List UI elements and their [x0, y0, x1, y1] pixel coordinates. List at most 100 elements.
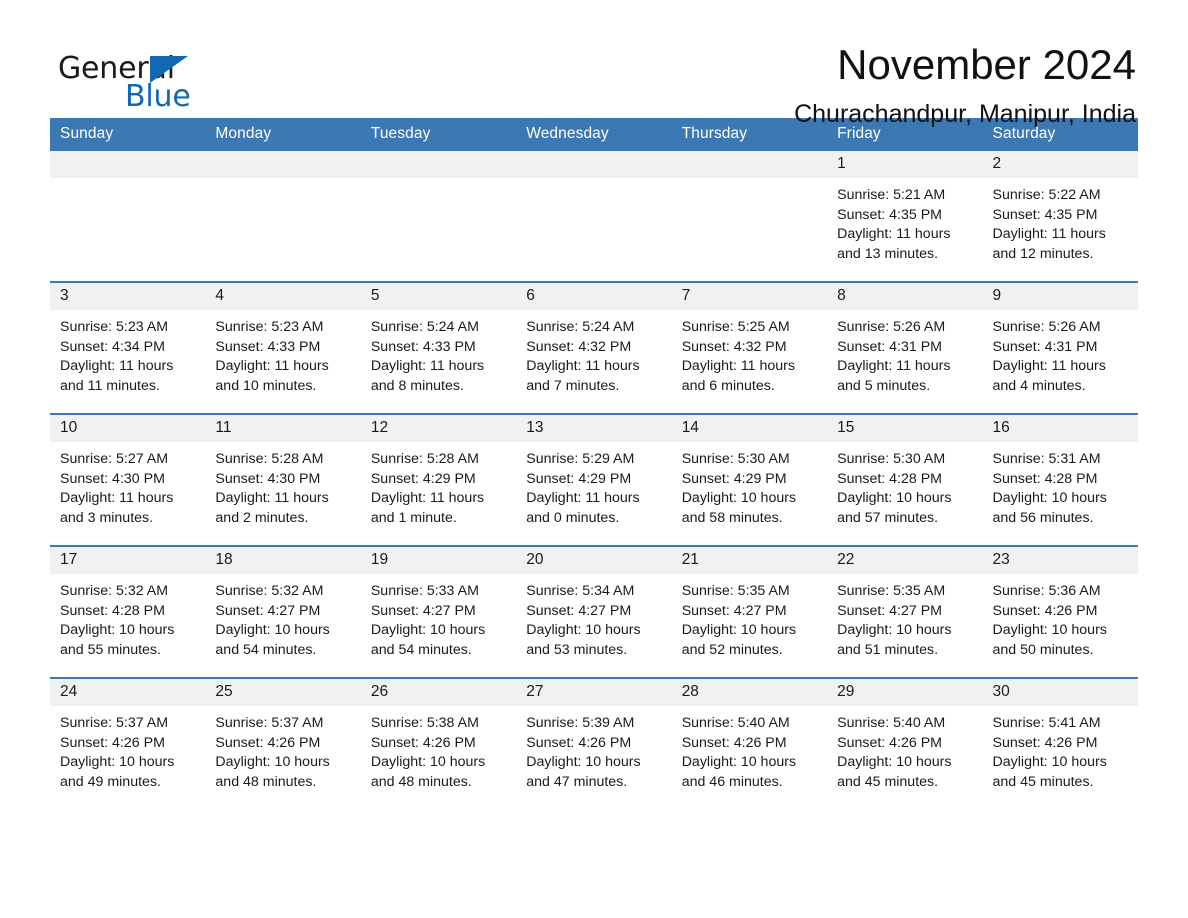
day-details: Sunrise: 5:25 AM Sunset: 4:32 PM Daylight:…: [672, 310, 827, 396]
calendar-day-cell[interactable]: 25 Sunrise: 5:37 AM Sunset: 4:26 PM Dayligh…: [205, 677, 361, 797]
day-details: Sunrise: 5:28 AM Sunset: 4:29 PM Daylight:…: [361, 442, 516, 528]
week-spacer: [50, 533, 1138, 546]
day-number: 29: [827, 679, 983, 706]
general-blue-logo[interactable]: General Blue: [50, 44, 200, 112]
day-number: 7: [671, 283, 828, 310]
calendar-day-cell[interactable]: 26 Sunrise: 5:38 AM Sunset: 4:26 PM Dayligh…: [360, 677, 517, 797]
calendar-day-cell[interactable]: 5 Sunrise: 5:24 AM Sunset: 4:33 PM Daylight…: [360, 281, 517, 401]
weekday-header-sunday: Sunday: [50, 118, 206, 151]
sunrise-text: Sunrise: 5:33 AM: [370, 583, 479, 599]
calendar-day-cell[interactable]: 10 Sunrise: 5:27 AM Sunset: 4:30 PM Dayligh…: [50, 413, 206, 533]
sunset-text: Sunset: 4:26 PM: [992, 602, 1098, 619]
sunset-text: Sunset: 4:35 PM: [837, 206, 942, 223]
day-cell-inner: 18 Sunrise: 5:32 AM Sunset: 4:27 PM Dayligh…: [205, 547, 361, 665]
day-cell-inner: 3 Sunrise: 5:23 AM Sunset: 4:34 PM Daylight…: [50, 283, 206, 401]
sunset-text: Sunset: 4:27 PM: [215, 602, 321, 619]
day-number: 24: [50, 679, 206, 706]
sunrise-text: Sunrise: 5:28 AM: [370, 451, 479, 467]
day-cell-inner: 30 Sunrise: 5:41 AM Sunset: 4:26 PM Dayligh…: [982, 679, 1138, 797]
calendar-day-cell[interactable]: 23 Sunrise: 5:36 AM Sunset: 4:26 PM Dayligh…: [982, 545, 1138, 665]
day-details: Sunrise: 5:27 AM Sunset: 4:30 PM Daylight:…: [50, 442, 205, 528]
calendar-day-cell[interactable]: 21 Sunrise: 5:35 AM Sunset: 4:27 PM Dayligh…: [671, 545, 828, 665]
calendar-week-row: 3 Sunrise: 5:23 AM Sunset: 4:34 PM Daylight…: [50, 281, 1138, 401]
calendar-day-cell[interactable]: 22 Sunrise: 5:35 AM Sunset: 4:27 PM Dayligh…: [827, 545, 983, 665]
daylight-text: Daylight: 10 hours and 47 minutes.: [526, 754, 641, 790]
daylight-text: Daylight: 10 hours and 54 minutes.: [370, 622, 486, 658]
calendar-day-cell[interactable]: 6 Sunrise: 5:24 AM Sunset: 4:32 PM Daylight…: [516, 281, 672, 401]
day-details: Sunrise: 5:40 AM Sunset: 4:26 PM Daylight:…: [827, 706, 982, 792]
sunrise-text: Sunrise: 5:39 AM: [526, 715, 635, 731]
calendar-day-cell[interactable]: 17 Sunrise: 5:32 AM Sunset: 4:28 PM Dayligh…: [50, 545, 206, 665]
day-cell-inner: 26 Sunrise: 5:38 AM Sunset: 4:26 PM Dayligh…: [360, 679, 517, 797]
day-cell-inner: 1 Sunrise: 5:21 AM Sunset: 4:35 PM Daylight…: [827, 151, 983, 269]
calendar-day-cell[interactable]: 29 Sunrise: 5:40 AM Sunset: 4:26 PM Dayligh…: [827, 677, 983, 797]
daylight-text: Daylight: 10 hours and 50 minutes.: [992, 622, 1107, 658]
sunrise-text: Sunrise: 5:30 AM: [837, 451, 946, 467]
day-cell-inner: 22 Sunrise: 5:35 AM Sunset: 4:27 PM Dayligh…: [827, 547, 983, 665]
calendar-day-cell[interactable]: 2 Sunrise: 5:22 AM Sunset: 4:35 PM Daylight…: [982, 151, 1138, 269]
calendar-day-cell[interactable]: 16 Sunrise: 5:31 AM Sunset: 4:28 PM Dayligh…: [982, 413, 1138, 533]
calendar-week-row: 24 Sunrise: 5:37 AM Sunset: 4:26 PM Dayligh…: [50, 677, 1138, 797]
sunset-text: Sunset: 4:33 PM: [215, 338, 321, 355]
day-details: Sunrise: 5:28 AM Sunset: 4:30 PM Daylight:…: [205, 442, 360, 528]
day-details: Sunrise: 5:38 AM Sunset: 4:26 PM Daylight:…: [361, 706, 516, 792]
calendar-day-cell[interactable]: 15 Sunrise: 5:30 AM Sunset: 4:28 PM Dayligh…: [827, 413, 983, 533]
sunrise-text: Sunrise: 5:27 AM: [60, 451, 169, 467]
day-number: 22: [827, 547, 983, 574]
calendar-day-cell[interactable]: 27 Sunrise: 5:39 AM Sunset: 4:26 PM Dayligh…: [516, 677, 672, 797]
day-number: 28: [671, 679, 828, 706]
day-cell-inner: 11 Sunrise: 5:28 AM Sunset: 4:30 PM Dayligh…: [205, 415, 361, 533]
day-number: [671, 151, 828, 178]
daylight-text: Daylight: 10 hours and 49 minutes.: [60, 754, 175, 790]
daylight-text: Daylight: 11 hours and 7 minutes.: [526, 358, 640, 394]
sunrise-text: Sunrise: 5:23 AM: [215, 319, 324, 335]
title-block: November 2024 Churachandpur, Manipur, In…: [794, 43, 1138, 127]
calendar-day-cell[interactable]: 14 Sunrise: 5:30 AM Sunset: 4:29 PM Dayligh…: [671, 413, 828, 533]
day-details: Sunrise: 5:31 AM Sunset: 4:28 PM Daylight:…: [983, 442, 1138, 528]
day-details: Sunrise: 5:34 AM Sunset: 4:27 PM Daylight:…: [516, 574, 671, 660]
calendar-day-cell[interactable]: 9 Sunrise: 5:26 AM Sunset: 4:31 PM Daylight…: [982, 281, 1138, 401]
sunrise-text: Sunrise: 5:34 AM: [526, 583, 635, 599]
week-spacer-cell: [50, 269, 1138, 282]
calendar-day-cell[interactable]: 11 Sunrise: 5:28 AM Sunset: 4:30 PM Dayligh…: [205, 413, 361, 533]
daylight-text: Daylight: 11 hours and 8 minutes.: [370, 358, 485, 394]
sunrise-text: Sunrise: 5:37 AM: [215, 715, 324, 731]
day-cell-inner: 6 Sunrise: 5:24 AM Sunset: 4:32 PM Daylight…: [516, 283, 672, 401]
day-details: Sunrise: 5:30 AM Sunset: 4:28 PM Daylight:…: [827, 442, 982, 528]
calendar-day-cell[interactable]: 19 Sunrise: 5:33 AM Sunset: 4:27 PM Dayligh…: [360, 545, 517, 665]
day-number: 11: [205, 415, 361, 442]
calendar-day-cell[interactable]: 8 Sunrise: 5:26 AM Sunset: 4:31 PM Daylight…: [827, 281, 983, 401]
day-number: 16: [982, 415, 1138, 442]
calendar-day-cell[interactable]: 3 Sunrise: 5:23 AM Sunset: 4:34 PM Daylight…: [50, 281, 206, 401]
calendar-cell-empty: [205, 151, 361, 269]
sunrise-text: Sunrise: 5:23 AM: [60, 319, 169, 335]
calendar-day-cell[interactable]: 28 Sunrise: 5:40 AM Sunset: 4:26 PM Dayligh…: [671, 677, 828, 797]
calendar-day-cell[interactable]: 30 Sunrise: 5:41 AM Sunset: 4:26 PM Dayligh…: [982, 677, 1138, 797]
calendar-day-cell[interactable]: 18 Sunrise: 5:32 AM Sunset: 4:27 PM Dayligh…: [205, 545, 361, 665]
calendar-day-cell[interactable]: 13 Sunrise: 5:29 AM Sunset: 4:29 PM Dayligh…: [516, 413, 672, 533]
day-cell-inner: 29 Sunrise: 5:40 AM Sunset: 4:26 PM Dayligh…: [827, 679, 983, 797]
sunrise-text: Sunrise: 5:21 AM: [837, 187, 946, 203]
day-cell-inner: 15 Sunrise: 5:30 AM Sunset: 4:28 PM Dayligh…: [827, 415, 983, 533]
day-cell-inner: [516, 151, 672, 269]
sunrise-text: Sunrise: 5:29 AM: [526, 451, 635, 467]
day-details: Sunrise: 5:26 AM Sunset: 4:31 PM Daylight:…: [827, 310, 982, 396]
sunset-text: Sunset: 4:27 PM: [681, 602, 787, 619]
calendar-day-cell[interactable]: 1 Sunrise: 5:21 AM Sunset: 4:35 PM Daylight…: [827, 151, 983, 269]
day-number: 1: [827, 151, 983, 178]
day-number: [205, 151, 361, 178]
calendar-day-cell[interactable]: 24 Sunrise: 5:37 AM Sunset: 4:26 PM Dayligh…: [50, 677, 206, 797]
calendar-day-cell[interactable]: 7 Sunrise: 5:25 AM Sunset: 4:32 PM Daylight…: [671, 281, 828, 401]
calendar-day-cell[interactable]: 20 Sunrise: 5:34 AM Sunset: 4:27 PM Dayligh…: [516, 545, 672, 665]
day-cell-inner: 23 Sunrise: 5:36 AM Sunset: 4:26 PM Dayligh…: [982, 547, 1138, 665]
day-details: Sunrise: 5:33 AM Sunset: 4:27 PM Daylight:…: [361, 574, 516, 660]
day-details: Sunrise: 5:37 AM Sunset: 4:26 PM Daylight:…: [50, 706, 205, 792]
calendar-day-cell[interactable]: 12 Sunrise: 5:28 AM Sunset: 4:29 PM Dayligh…: [360, 413, 517, 533]
sunrise-text: Sunrise: 5:40 AM: [681, 715, 790, 731]
day-number: 18: [205, 547, 361, 574]
sunrise-text: Sunrise: 5:24 AM: [370, 319, 479, 335]
day-cell-inner: [205, 151, 361, 269]
calendar-day-cell[interactable]: 4 Sunrise: 5:23 AM Sunset: 4:33 PM Daylight…: [205, 281, 361, 401]
day-details: Sunrise: 5:39 AM Sunset: 4:26 PM Daylight:…: [516, 706, 671, 792]
day-details: Sunrise: 5:35 AM Sunset: 4:27 PM Daylight:…: [672, 574, 827, 660]
